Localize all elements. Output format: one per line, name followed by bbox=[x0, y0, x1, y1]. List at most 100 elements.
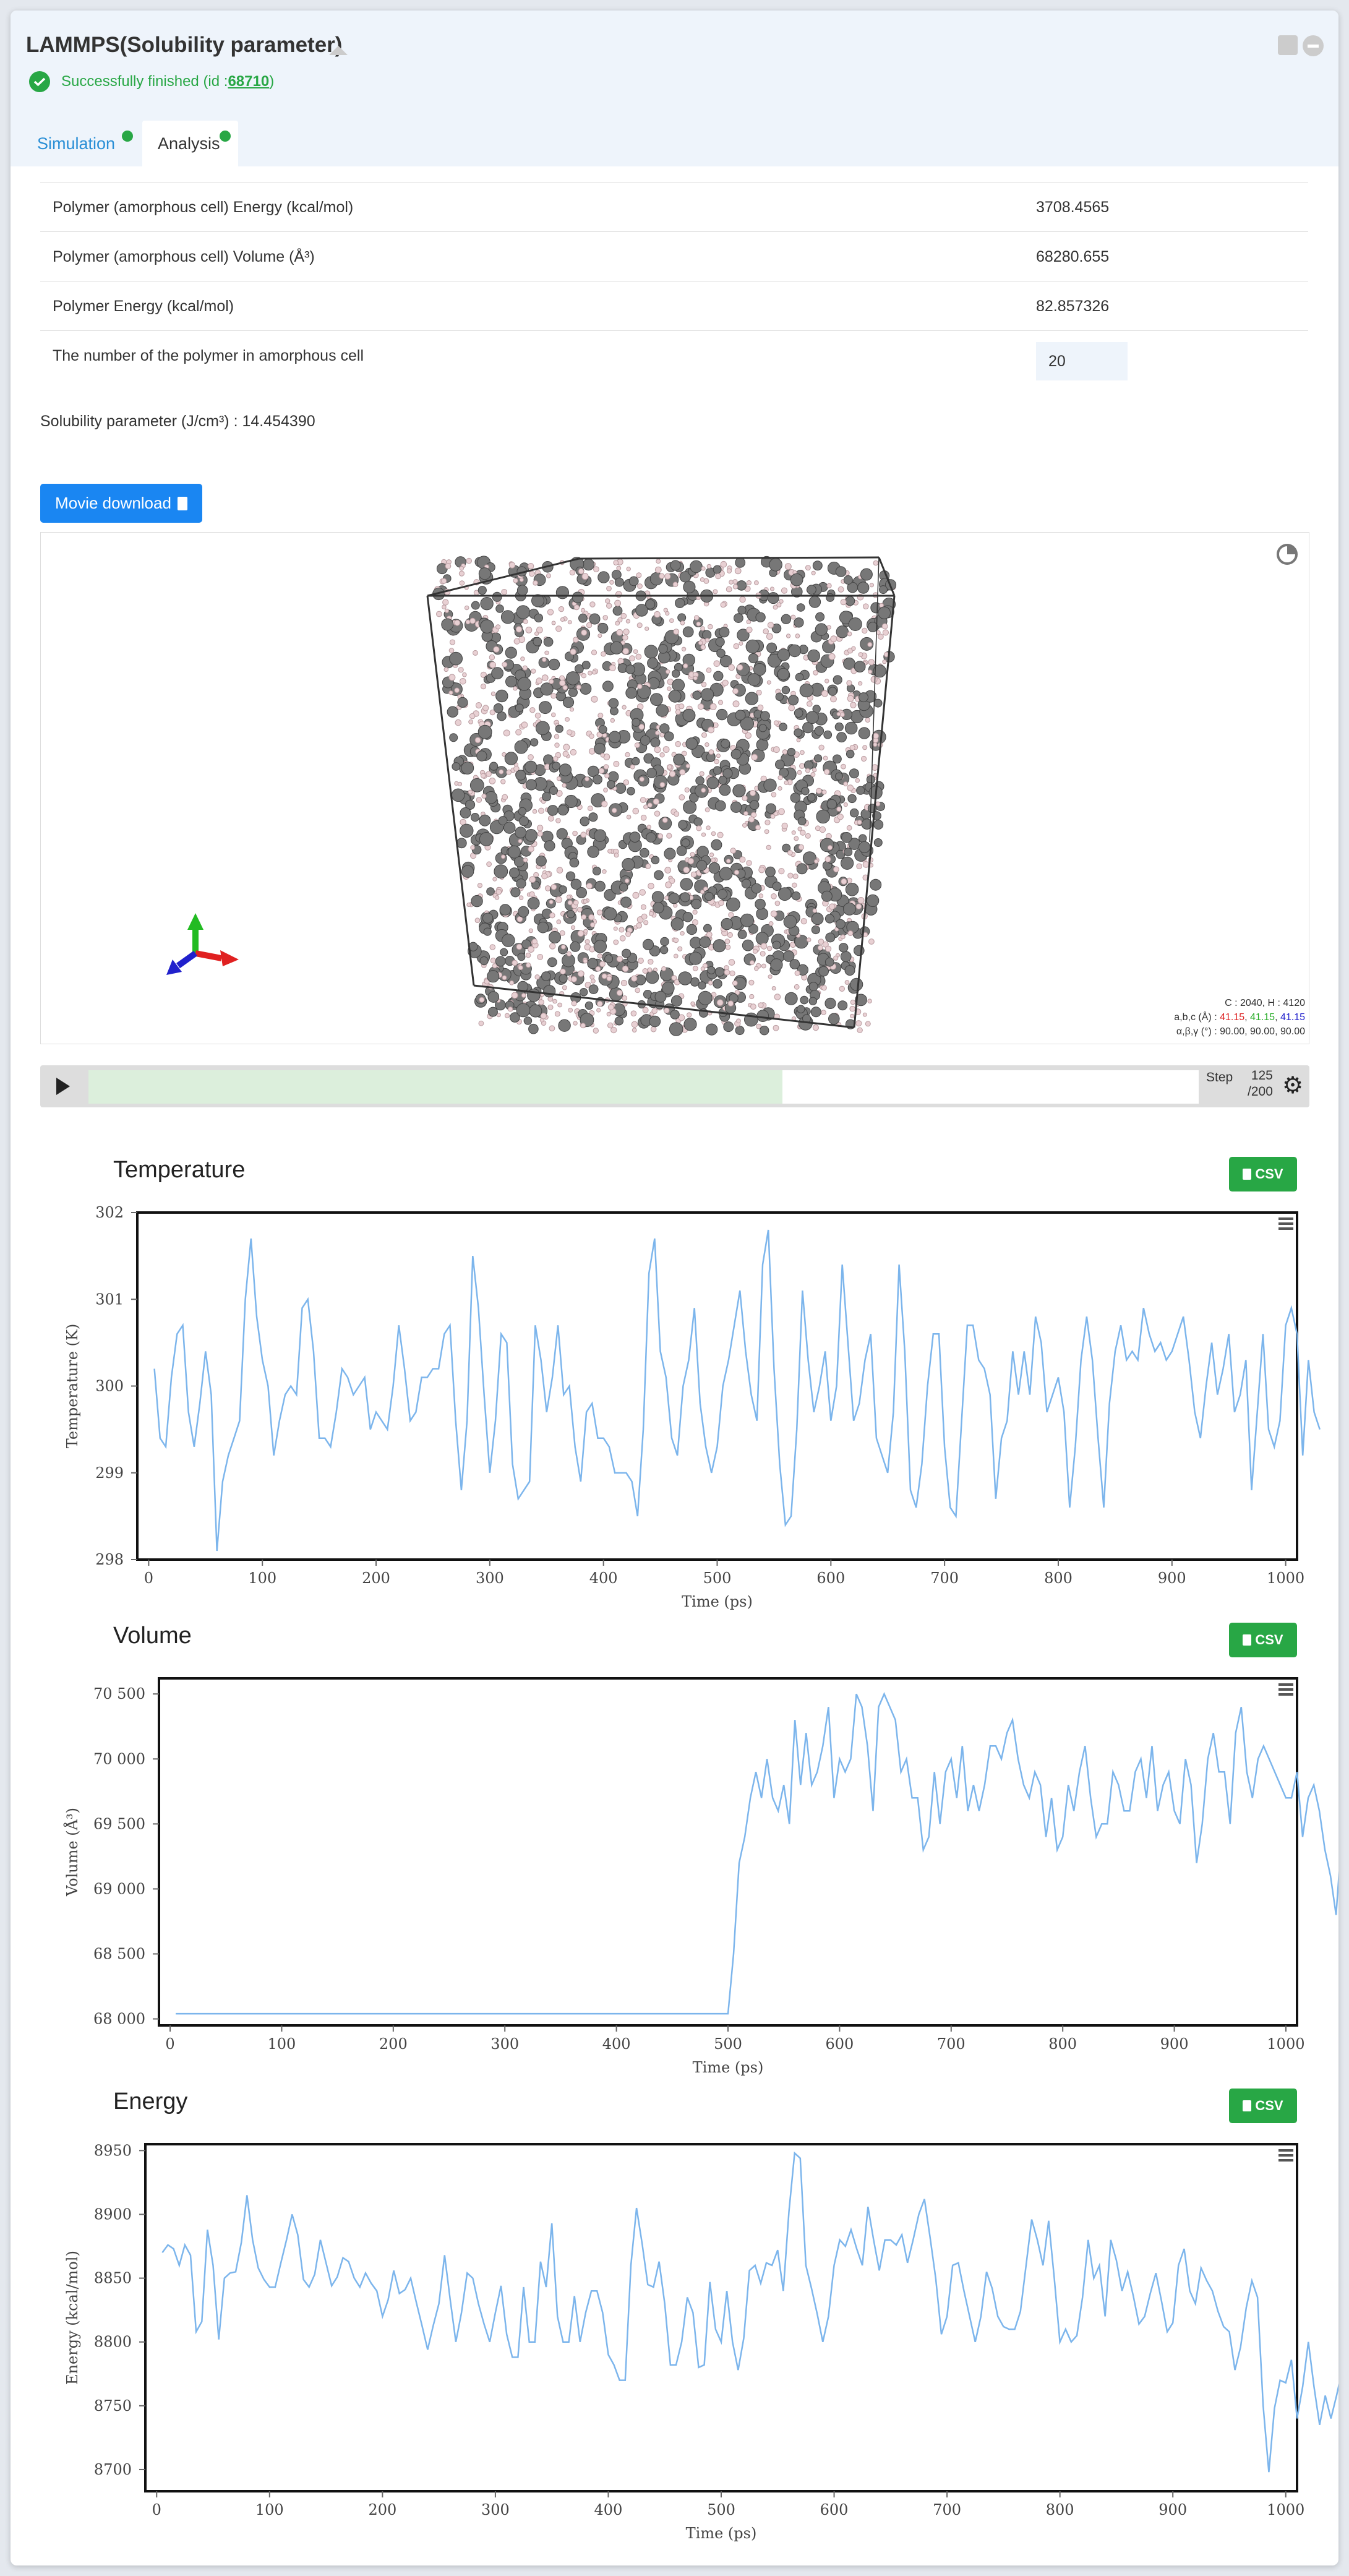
hydrogen-atom bbox=[630, 764, 635, 770]
hydrogen-atom bbox=[586, 622, 593, 629]
hydrogen-atom bbox=[454, 687, 460, 693]
tab-simulation[interactable]: Simulation bbox=[26, 121, 140, 166]
molecule-viewer[interactable]: C : 2040, H : 4120 a,b,c (Å) : 41.15, 41… bbox=[40, 532, 1309, 1044]
polymer-count-input[interactable] bbox=[1036, 342, 1128, 380]
hydrogen-atom bbox=[773, 720, 779, 726]
hydrogen-atom bbox=[567, 729, 573, 736]
tab-analysis[interactable]: Analysis bbox=[142, 121, 238, 166]
carbon-atom bbox=[557, 804, 568, 816]
row-value: 68280.655 bbox=[1036, 248, 1110, 265]
chart-menu-icon[interactable] bbox=[1278, 1217, 1293, 1230]
hydrogen-atom bbox=[748, 816, 755, 823]
hydrogen-atom bbox=[549, 912, 555, 919]
y-tick-label: 70 000 bbox=[93, 1750, 145, 1767]
carbon-atom bbox=[660, 937, 669, 947]
hydrogen-atom bbox=[466, 903, 471, 907]
hydrogen-atom bbox=[538, 807, 544, 814]
hydrogen-atom bbox=[716, 999, 724, 1007]
hydrogen-atom bbox=[769, 586, 775, 591]
hydrogen-atom bbox=[581, 573, 589, 580]
carbon-atom bbox=[645, 599, 656, 609]
hydrogen-atom bbox=[784, 563, 792, 570]
x-tick-label: 300 bbox=[476, 1569, 504, 1587]
hydrogen-atom bbox=[768, 974, 773, 979]
carbon-atom bbox=[683, 1018, 697, 1031]
hydrogen-atom bbox=[816, 788, 822, 794]
hydrogen-atom bbox=[478, 1020, 484, 1026]
x-tick-label: 300 bbox=[490, 2035, 519, 2053]
hydrogen-atom bbox=[696, 621, 701, 627]
window-icon[interactable] bbox=[1278, 35, 1298, 55]
play-icon[interactable] bbox=[56, 1078, 70, 1095]
row-label: Polymer Energy (kcal/mol) bbox=[53, 298, 234, 315]
hydrogen-atom bbox=[679, 794, 685, 801]
hydrogen-atom bbox=[773, 1024, 779, 1031]
hydrogen-atom bbox=[528, 563, 534, 570]
hydrogen-atom bbox=[704, 638, 710, 643]
hydrogen-atom bbox=[754, 580, 759, 585]
hydrogen-atom bbox=[521, 993, 526, 998]
carbon-atom bbox=[807, 793, 816, 802]
chart-menu-icon[interactable] bbox=[1278, 1683, 1293, 1696]
row-value: 3708.4565 bbox=[1036, 199, 1110, 216]
hydrogen-atom bbox=[636, 622, 643, 629]
hydrogen-atom bbox=[643, 804, 648, 810]
carbon-atom bbox=[478, 586, 487, 595]
carbon-atom bbox=[833, 675, 842, 685]
carbon-atom bbox=[608, 698, 619, 709]
gear-icon[interactable]: ⚙ bbox=[1282, 1074, 1303, 1097]
hydrogen-atom bbox=[687, 1012, 692, 1018]
reset-view-icon[interactable] bbox=[1277, 544, 1298, 565]
hydrogen-atom bbox=[454, 619, 461, 626]
hydrogen-atom bbox=[839, 985, 846, 992]
hydrogen-atom bbox=[850, 999, 856, 1005]
hydrogen-atom bbox=[468, 719, 473, 724]
hydrogen-atom bbox=[444, 608, 450, 613]
hydrogen-atom bbox=[806, 937, 812, 943]
trajectory-slider[interactable] bbox=[88, 1070, 1199, 1104]
hydrogen-atom bbox=[570, 749, 577, 756]
job-id-link[interactable]: 68710 bbox=[228, 73, 269, 90]
carbon-atom bbox=[536, 721, 550, 736]
hydrogen-atom bbox=[794, 984, 800, 990]
carbon-atom bbox=[760, 711, 770, 721]
panel-title: LAMMPS(Solubility parameter) bbox=[26, 33, 343, 57]
hydrogen-atom bbox=[518, 839, 523, 844]
hydrogen-atom bbox=[742, 823, 747, 828]
hydrogen-atom bbox=[867, 998, 872, 1004]
hydrogen-atom bbox=[818, 744, 824, 750]
x-tick-label: 500 bbox=[707, 2501, 735, 2518]
hydrogen-atom bbox=[673, 629, 680, 635]
hydrogen-atom bbox=[739, 856, 746, 863]
carbon-atom bbox=[515, 703, 524, 713]
hydrogen-atom bbox=[515, 626, 523, 633]
x-tick-label: 200 bbox=[368, 2501, 396, 2518]
hydrogen-atom bbox=[550, 884, 557, 890]
carbon-atom bbox=[681, 838, 690, 848]
hydrogen-atom bbox=[448, 674, 456, 681]
hydrogen-atom bbox=[529, 570, 535, 577]
cell-c: 41.15 bbox=[1280, 1012, 1305, 1023]
hydrogen-atom bbox=[811, 570, 816, 575]
hydrogen-atom bbox=[790, 614, 796, 620]
carbon-atom bbox=[699, 936, 711, 948]
hydrogen-atom bbox=[541, 873, 548, 880]
carbon-atom bbox=[625, 687, 638, 699]
molecule-canvas[interactable] bbox=[41, 533, 1309, 1044]
hydrogen-atom bbox=[732, 584, 739, 590]
carbon-atom bbox=[642, 938, 654, 951]
hydrogen-atom bbox=[654, 746, 661, 753]
hydrogen-atom bbox=[562, 750, 569, 757]
hydrogen-atom bbox=[536, 825, 544, 831]
collapse-caret-icon[interactable] bbox=[329, 46, 348, 55]
chart-menu-icon[interactable] bbox=[1278, 2149, 1293, 2162]
hydrogen-atom bbox=[882, 629, 889, 636]
hydrogen-atom bbox=[857, 1027, 863, 1033]
movie-download-button[interactable]: Movie download bbox=[40, 484, 202, 523]
minimize-icon[interactable] bbox=[1303, 35, 1324, 56]
carbon-atom bbox=[799, 683, 814, 698]
hydrogen-atom bbox=[556, 919, 562, 924]
hydrogen-atom bbox=[492, 877, 497, 882]
hydrogen-atom bbox=[758, 867, 765, 874]
hydrogen-atom bbox=[692, 966, 698, 971]
